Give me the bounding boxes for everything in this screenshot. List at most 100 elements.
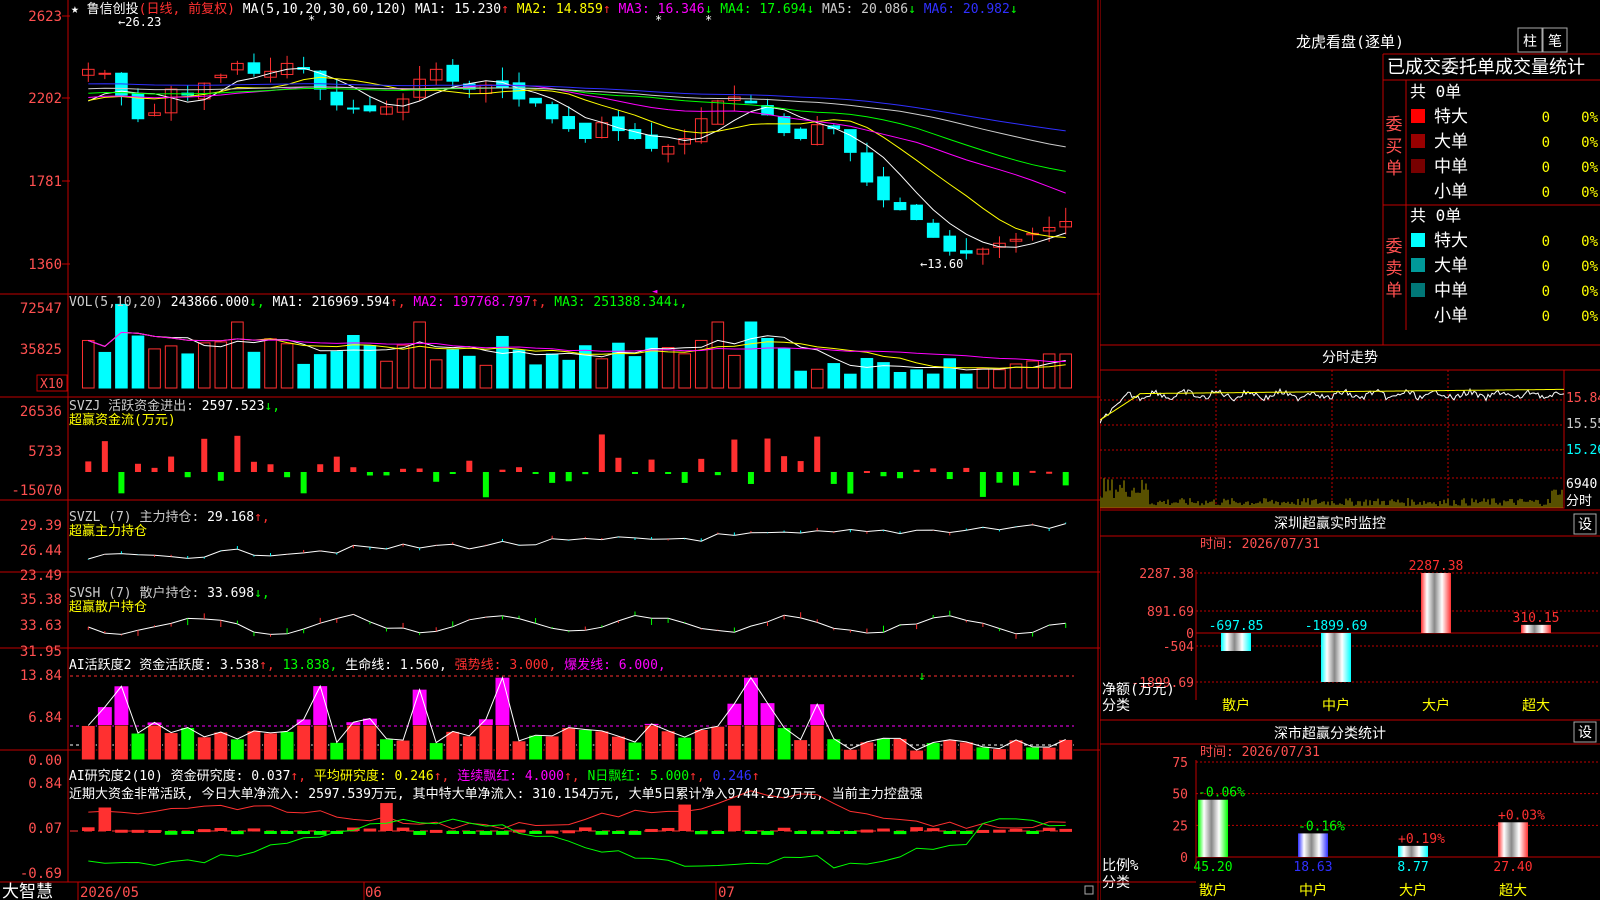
research-bar [148, 829, 161, 833]
class-bar[interactable] [1398, 845, 1428, 857]
volume-bar [578, 345, 592, 389]
flow-bar [449, 472, 456, 474]
volume-bar [313, 354, 327, 389]
monitor-bar[interactable] [1421, 573, 1451, 633]
flow-bar [168, 456, 175, 472]
indicator-header: VOL(5,10,20) 243866.000↓, MA1: 216969.59… [69, 295, 687, 310]
candle[interactable] [446, 64, 460, 82]
candle[interactable] [926, 222, 940, 238]
candle[interactable] [578, 122, 592, 140]
chart-area[interactable]: ★ 鲁信创投(日线, 前复权) MA(5,10,20,30,60,120) MA… [0, 0, 1100, 900]
activity-bar [1025, 746, 1041, 761]
volume-bar [264, 338, 277, 389]
activity-bar [909, 749, 925, 761]
research-bar [264, 831, 277, 834]
candle[interactable] [794, 128, 807, 140]
monitor-bar[interactable] [1221, 633, 1251, 652]
flow-bar [267, 464, 274, 472]
candle[interactable] [744, 100, 758, 104]
research-bar [628, 831, 642, 835]
candle[interactable] [347, 107, 360, 110]
research-bar [827, 831, 841, 834]
monitor-category: 大户 [1422, 697, 1450, 714]
candle[interactable] [960, 250, 973, 254]
y-tick-label: 5733 [28, 444, 62, 460]
sell-row-label: 大单 [1434, 256, 1468, 276]
flow-bar [383, 472, 390, 476]
activity-bar [760, 724, 775, 761]
flow-bar [631, 472, 638, 474]
candle[interactable] [943, 235, 957, 252]
candle[interactable] [645, 134, 658, 149]
candle[interactable] [247, 62, 261, 74]
flow-bar [532, 472, 539, 474]
class-bar[interactable] [1198, 799, 1228, 857]
candle[interactable] [545, 104, 559, 120]
candle[interactable] [330, 91, 344, 106]
class-bar[interactable] [1298, 833, 1328, 857]
volume-bar [115, 303, 128, 389]
class-bar[interactable] [1498, 822, 1528, 857]
volume-bar [612, 342, 625, 389]
candle[interactable] [893, 202, 907, 211]
flow-bar [565, 472, 572, 482]
monitor-bar-value: 310.15 [1513, 611, 1560, 626]
candle[interactable] [777, 116, 791, 134]
activity-bar-top [313, 686, 328, 725]
activity-bar [246, 730, 262, 761]
flow-bar [897, 472, 904, 479]
volume-bars[interactable] [81, 303, 1073, 389]
candle[interactable] [877, 176, 890, 201]
activity-bar [445, 730, 461, 761]
activity-bar [113, 724, 129, 761]
candle[interactable] [363, 105, 377, 112]
volume-bar [844, 373, 857, 389]
research-bar [214, 827, 228, 831]
lock-icon[interactable] [1084, 885, 1094, 895]
research-bar [777, 827, 791, 831]
activity-bars[interactable] [80, 677, 1074, 761]
buy-row-label: 小单 [1434, 182, 1468, 202]
research-bar [943, 831, 957, 834]
flow-bar [582, 472, 589, 475]
monitor-bar[interactable] [1321, 633, 1351, 682]
volume-bar [678, 353, 691, 389]
svzl-sub: 超赢主力持仓 [69, 523, 147, 539]
bar-mode-button-label: 柱 [1523, 34, 1537, 50]
activity-bar [677, 736, 693, 761]
flow-bar [681, 472, 688, 483]
research-bar [81, 827, 95, 831]
activity-bar [710, 725, 726, 761]
candle[interactable] [529, 97, 542, 104]
volume-bar [794, 370, 807, 389]
flow-bar [317, 464, 324, 472]
flow-bar [996, 472, 1003, 483]
research-bar [794, 831, 807, 834]
research-bar [297, 831, 310, 834]
research-bar [578, 827, 592, 831]
candle[interactable] [910, 204, 923, 221]
marker-star: * [308, 13, 315, 27]
research-bar [810, 831, 824, 835]
money-flow-bars[interactable] [85, 434, 1069, 498]
flow-bar [946, 472, 953, 480]
stock-terminal: ★ 鲁信创投(日线, 前复权) MA(5,10,20,30,60,120) MA… [0, 0, 1600, 900]
monitor-bar[interactable] [1521, 624, 1551, 633]
candle[interactable] [562, 116, 576, 130]
class-y-tick: 25 [1172, 819, 1188, 834]
candle[interactable] [860, 152, 874, 183]
high-label: ←26.23 [118, 15, 161, 29]
flow-bar [234, 435, 241, 472]
sell-side-label: 单 [1386, 281, 1403, 301]
class-category: 超大 [1499, 883, 1527, 899]
research-bar [313, 831, 327, 835]
research-bar [446, 831, 460, 834]
candle[interactable] [98, 72, 112, 75]
intraday-vol-value: 6940 [1566, 477, 1597, 492]
research-bar [280, 831, 294, 834]
signal-arrow: ↓ [918, 669, 926, 684]
flow-bar [863, 471, 870, 474]
activity-bar [163, 732, 179, 761]
research-bar [463, 831, 476, 834]
monitor-settings-label: 设 [1578, 517, 1592, 533]
